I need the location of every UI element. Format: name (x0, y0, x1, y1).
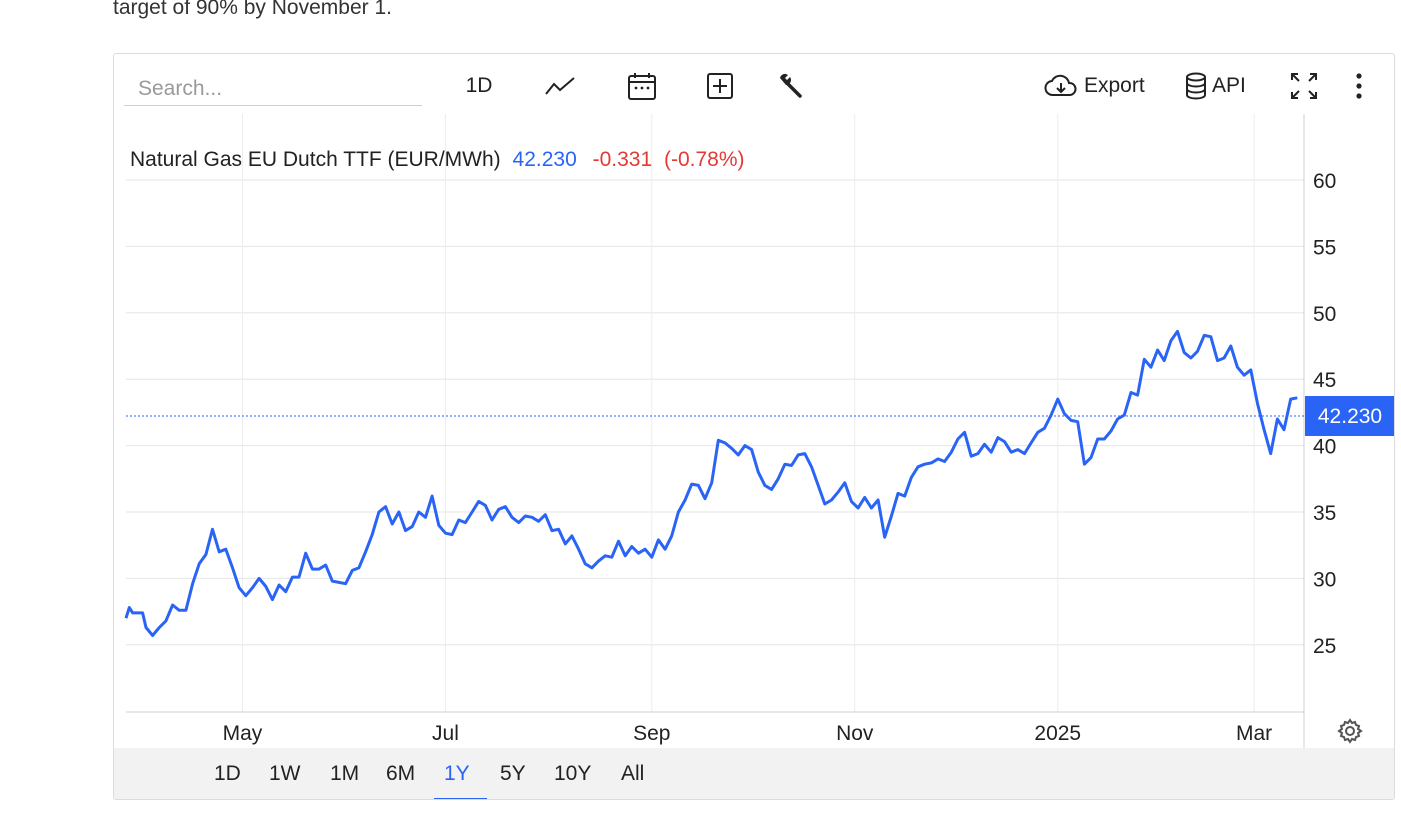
range-button-1y[interactable]: 1Y (444, 762, 470, 786)
y-tick-label: 35 (1313, 502, 1336, 525)
change-percent: (-0.78%) (664, 148, 745, 171)
gear-icon[interactable] (1336, 717, 1364, 745)
y-tick-label: 30 (1313, 568, 1336, 591)
y-tick-label: 45 (1313, 369, 1336, 392)
intro-text: target of 90% by November 1. (113, 0, 392, 19)
last-price-marker: 42.230 (1305, 395, 1394, 436)
x-tick-label: Jul (432, 722, 459, 745)
y-tick-label: 50 (1313, 303, 1336, 326)
y-tick-label: 60 (1313, 170, 1336, 193)
range-button-1m[interactable]: 1M (330, 762, 359, 786)
change-value: -0.331 (593, 148, 653, 171)
x-tick-label: 2025 (1034, 722, 1081, 745)
range-button-10y[interactable]: 10Y (554, 762, 591, 786)
y-tick-label: 40 (1313, 436, 1336, 459)
range-button-all[interactable]: All (621, 762, 644, 786)
x-tick-label: Mar (1236, 722, 1272, 745)
chart-title: Natural Gas EU Dutch TTF (EUR/MWh) (130, 148, 501, 171)
price-chart[interactable]: May Jul Sep Nov 2025 Mar 25 30 35 40 45 50 55 60 Nat… (114, 54, 1395, 748)
last-value: 42.230 (513, 148, 577, 171)
x-tick-label: May (223, 722, 263, 745)
range-button-6m[interactable]: 6M (386, 762, 415, 786)
x-tick-label: Sep (633, 722, 670, 745)
range-button-5y[interactable]: 5Y (500, 762, 526, 786)
range-selector: 1D 1W 1M 6M 1Y 5Y 10Y All (114, 748, 1394, 799)
chart-legend: Natural Gas EU Dutch TTF (EUR/MWh) 42.23… (130, 148, 745, 171)
active-range-underline (434, 798, 487, 799)
chart-widget: 1D Export API MayJulSepNov2025Mar (113, 53, 1395, 800)
y-tick-label: 55 (1313, 236, 1336, 259)
x-tick-label: Nov (836, 722, 874, 745)
price-series-line (124, 329, 1298, 637)
range-button-1w[interactable]: 1W (269, 762, 301, 786)
last-price-label: 42.230 (1318, 405, 1382, 428)
range-button-1d[interactable]: 1D (214, 762, 241, 786)
y-tick-label: 25 (1313, 635, 1336, 658)
